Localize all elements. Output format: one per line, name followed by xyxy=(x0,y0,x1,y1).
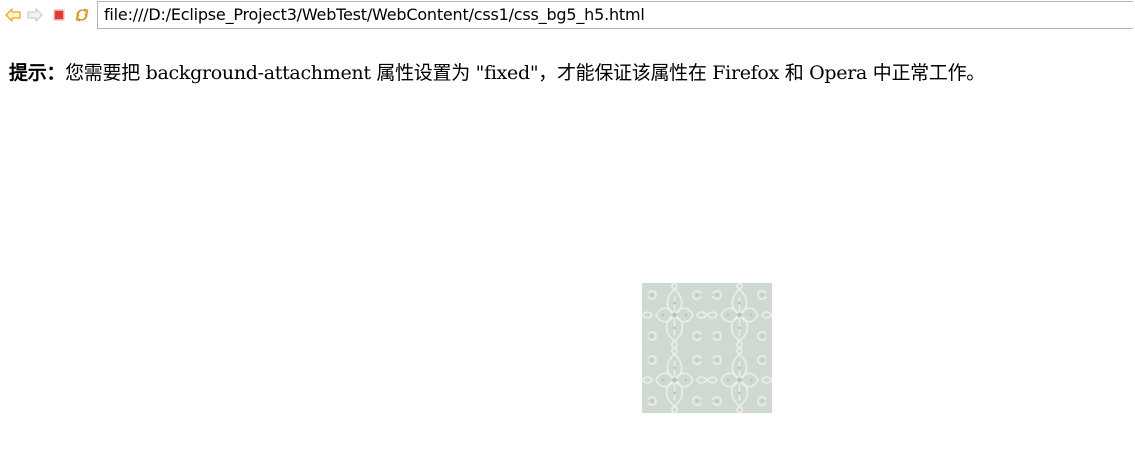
page-content: 提示：您需要把 background-attachment 属性设置为 "fix… xyxy=(0,31,1135,451)
tip-text: 您需要把 background-attachment 属性设置为 "fixed"… xyxy=(65,62,985,84)
stop-icon[interactable] xyxy=(51,6,67,24)
damask-pattern xyxy=(642,283,772,413)
background-image-tile xyxy=(642,283,772,413)
url-text[interactable]: file:///D:/Eclipse_Project3/WebTest/WebC… xyxy=(104,5,645,24)
back-arrow-icon[interactable] xyxy=(5,6,21,24)
tip-label: 提示： xyxy=(9,62,66,84)
forward-arrow-icon[interactable] xyxy=(27,6,43,24)
address-bar[interactable]: file:///D:/Eclipse_Project3/WebTest/WebC… xyxy=(97,1,1133,29)
refresh-icon[interactable] xyxy=(74,6,90,24)
browser-toolbar: file:///D:/Eclipse_Project3/WebTest/WebC… xyxy=(0,0,1135,31)
tip-paragraph: 提示：您需要把 background-attachment 属性设置为 "fix… xyxy=(9,58,1135,85)
